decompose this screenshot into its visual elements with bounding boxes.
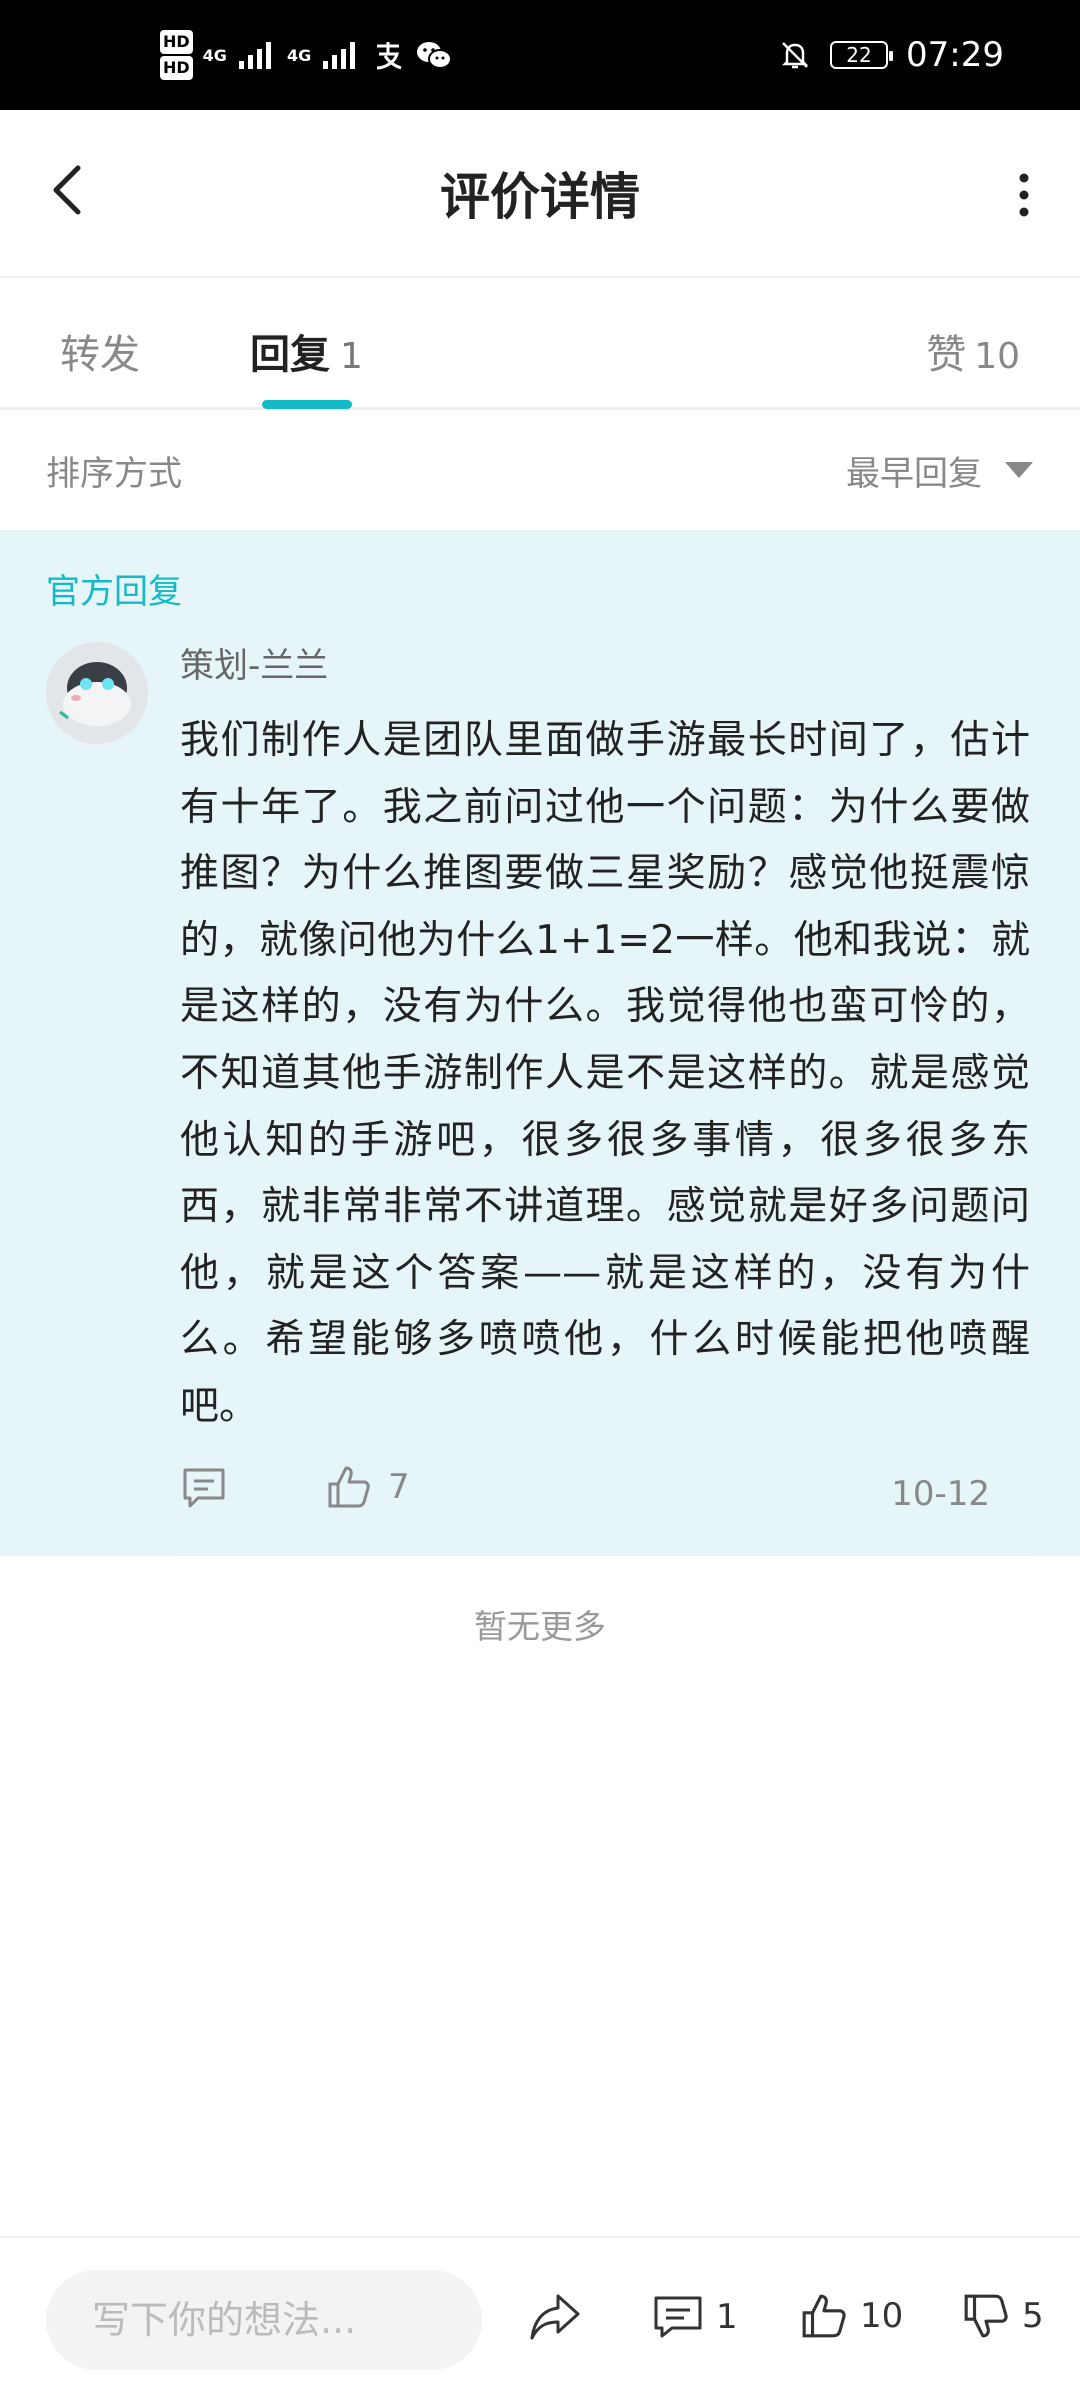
reply-actions: 7 10-12 [180,1464,1000,1524]
comment-input[interactable] [46,2270,482,2370]
bottom-action-bar: 1 10 5 [0,2236,1080,2400]
hd1-icon: HD [160,30,193,54]
reply-date: 10-12 [891,1474,990,1514]
share-icon [530,2294,580,2340]
sort-bar: 排序方式 最早回复 [0,410,1080,530]
share-button[interactable] [528,2292,582,2342]
sort-dropdown[interactable]: 最早回复 [846,446,1034,495]
tab-likes[interactable]: 赞 10 [926,322,1020,380]
official-reply-label: 官方回复 [46,572,182,612]
tab-forward[interactable]: 转发 [60,322,140,380]
tab-reply-label: 回复 [250,332,330,378]
hd2-icon: HD [160,56,193,80]
dislike-button[interactable]: 5 [962,2292,1044,2340]
network-type-label: 4G [202,45,227,65]
no-more-text: 暂无更多 [474,1607,606,1646]
thumbs-up-icon [328,1466,370,1508]
thumbs-down-icon [964,2294,1008,2338]
status-right: 22 07:29 [778,35,1004,75]
active-tab-indicator [262,400,352,409]
official-reply-card: 官方回复 策划-兰兰 我们制作人是团队里面做手游最长时间了，估计有十年了。我之前… [0,530,1080,1556]
divider [176,1554,1034,1556]
thumbs-up-icon-bottom [802,2294,846,2338]
signal-icon-2 [323,42,356,69]
like-count-bottom: 10 [860,2296,904,2336]
sort-label: 排序方式 [46,453,182,494]
reply-text: 我们制作人是团队里面做手游最长时间了，估计有十年了。我之前问过他一个问题：为什么… [180,718,1030,1429]
signal-icon [238,42,271,69]
wechat-icon [417,42,453,69]
comment-button[interactable]: 1 [652,2292,738,2342]
tab-forward-label: 转发 [60,332,140,378]
dislike-count: 5 [1022,2296,1044,2336]
comment-icon[interactable] [180,1464,228,1512]
tab-bar: 转发 回复 1 赞 10 [0,280,1080,410]
status-bar: HD HD 4G 4G 22 07:29 [0,0,1080,110]
network-type-label-2: 4G [286,45,312,65]
caret-down-icon [1005,462,1033,478]
like-button[interactable]: 7 [326,1464,410,1510]
app-header: 评价详情 [0,110,1080,278]
tab-likes-label: 赞 [926,332,967,378]
tab-reply[interactable]: 回复 1 [250,322,363,380]
like-count: 7 [388,1467,410,1507]
comment-icon-bottom [654,2296,702,2338]
tab-reply-count: 1 [340,336,363,377]
tab-likes-count: 10 [974,336,1020,377]
back-arrow-icon[interactable] [40,160,100,220]
battery-icon: 22 [830,41,894,69]
like-button-bottom[interactable]: 10 [800,2292,903,2340]
status-left-icons: HD HD 4G 4G [160,29,453,81]
sort-selected-value: 最早回复 [846,453,982,494]
battery-level: 22 [846,43,872,67]
robot-avatar-icon [46,642,148,744]
hd-indicators: HD HD [160,29,193,81]
mute-bell-icon [781,42,809,69]
avatar[interactable] [46,642,148,744]
page-title: 评价详情 [440,168,640,226]
clock: 07:29 [906,35,1004,75]
reply-author[interactable]: 策划-兰兰 [180,638,328,687]
alipay-icon [377,42,402,70]
comment-count: 1 [716,2297,738,2337]
more-options-icon[interactable] [1014,170,1034,220]
